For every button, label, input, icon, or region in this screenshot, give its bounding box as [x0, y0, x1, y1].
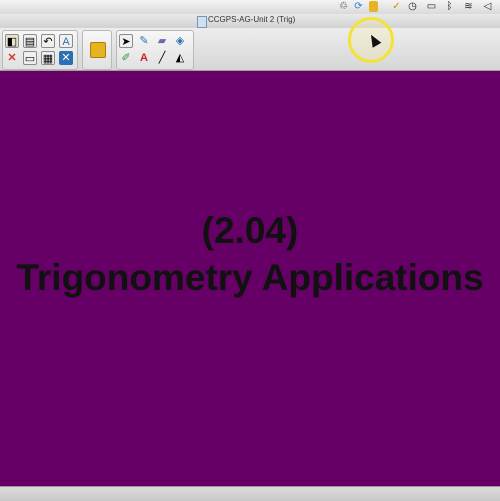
text-recognize-icon[interactable]: A: [59, 34, 73, 48]
time-machine-icon[interactable]: ◷: [407, 1, 418, 12]
tools-toolbar-group: ➤ ✎ ▰ ◈ ✐ A ╱ ◭: [116, 30, 194, 70]
document-icon: [197, 16, 207, 28]
eraser-icon[interactable]: ▰: [155, 34, 169, 48]
delete-icon[interactable]: ✕: [5, 51, 19, 65]
window-title: CCGPS-AG-Unit 2 (Trig): [208, 15, 296, 24]
page-sorter-icon[interactable]: ▤: [23, 34, 37, 48]
undo-icon[interactable]: ↶: [41, 34, 55, 48]
clip-button-icon[interactable]: [90, 42, 106, 58]
slide-number: (2.04): [201, 210, 299, 251]
clip-icon[interactable]: [369, 1, 378, 12]
screen-shade-icon[interactable]: ▭: [23, 51, 37, 65]
window-title-bar: CCGPS-AG-Unit 2 (Trig): [0, 14, 500, 28]
close-icon[interactable]: ✕: [59, 51, 73, 65]
line-icon[interactable]: ╱: [155, 51, 169, 65]
display-icon[interactable]: ▭: [426, 1, 437, 12]
text-tool-icon[interactable]: A: [137, 51, 151, 65]
select-arrow-icon[interactable]: ➤: [119, 34, 133, 48]
table-icon[interactable]: ▦: [41, 51, 55, 65]
wifi-icon[interactable]: ≋: [463, 1, 474, 12]
creative-pen-icon[interactable]: ✐: [119, 51, 133, 65]
volume-icon[interactable]: ◁: [482, 1, 493, 12]
pen-icon[interactable]: ✎: [137, 34, 151, 48]
shape-icon[interactable]: ◭: [173, 51, 187, 65]
toolbar: ◧ ▤ ↶ A ✕ ▭ ▦ ✕ ➤ ✎ ▰ ◈ ✐ A ╱ ◭: [0, 28, 500, 71]
bluetooth-icon[interactable]: ᛒ: [444, 1, 455, 12]
fill-icon[interactable]: ◈: [173, 34, 187, 48]
menu-bar: ♲ ⟳ ✓ ◷ ▭ ᛒ ≋ ◁: [0, 0, 500, 15]
recycle-icon[interactable]: ♲: [338, 1, 349, 12]
sync-icon[interactable]: ⟳: [353, 1, 364, 12]
clip-toolbar-group: [82, 30, 112, 70]
check-icon[interactable]: ✓: [391, 1, 402, 12]
new-page-icon[interactable]: ◧: [5, 34, 19, 48]
slide-title: Trigonometry Applications: [16, 257, 484, 298]
bottom-bar: [0, 486, 500, 501]
file-toolbar-group: ◧ ▤ ↶ A ✕ ▭ ▦ ✕: [2, 30, 78, 70]
